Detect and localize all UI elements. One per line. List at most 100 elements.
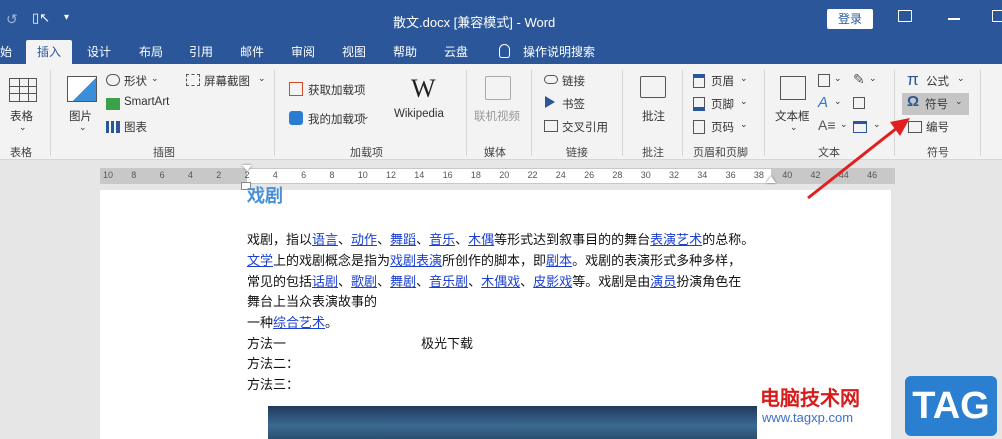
- hyperlink[interactable]: 戏剧表演: [390, 254, 442, 269]
- chart-button[interactable]: 图表: [124, 119, 147, 135]
- group-label-symbols: 符号: [927, 147, 949, 159]
- hyperlink[interactable]: 音乐剧: [429, 275, 468, 290]
- tab-design[interactable]: 设计: [87, 40, 111, 64]
- chevron-down-icon: ⌄: [955, 96, 963, 106]
- wordart-icon[interactable]: A: [818, 94, 828, 111]
- footer-icon[interactable]: [693, 97, 705, 111]
- tab-mailings[interactable]: 邮件: [240, 40, 264, 64]
- first-line-indent-marker[interactable]: [242, 165, 252, 171]
- paragraph-line: 文学上的戏剧概念是指为戏剧表演所创作的脚本，即剧本。戏剧的表演形式多种多样，: [247, 253, 741, 271]
- chevron-down-icon: ⌄: [740, 73, 748, 83]
- login-button[interactable]: 登录: [827, 9, 873, 29]
- hyperlink[interactable]: 话剧: [312, 275, 338, 290]
- tab-cloud[interactable]: 云盘: [444, 40, 468, 64]
- page-number-button[interactable]: 页码: [711, 119, 734, 135]
- hyperlink[interactable]: 剧本: [546, 254, 572, 269]
- textbox-icon[interactable]: [780, 76, 806, 100]
- hyperlink[interactable]: 语言: [312, 233, 338, 248]
- hyperlink[interactable]: 表演艺术: [650, 233, 702, 248]
- text-run: 上的戏剧概念是指为: [273, 254, 391, 269]
- shapes-button[interactable]: 形状: [124, 73, 147, 89]
- right-indent-marker[interactable]: [766, 176, 776, 183]
- header-icon[interactable]: [693, 74, 705, 88]
- page-number-icon[interactable]: [693, 120, 705, 134]
- bookmark-button[interactable]: 书签: [562, 96, 585, 112]
- store-icon[interactable]: [289, 82, 303, 96]
- tell-me-search[interactable]: 操作说明搜索: [523, 40, 595, 64]
- undo-icon[interactable]: ↺: [6, 11, 18, 28]
- ruler-tick-label: 6: [159, 170, 165, 180]
- hyperlink[interactable]: 木偶: [468, 233, 494, 248]
- touch-mode-icon[interactable]: ▯↖: [32, 10, 50, 26]
- document-image[interactable]: [268, 406, 757, 439]
- wikipedia-button[interactable]: Wikipedia: [394, 108, 444, 120]
- hyperlink[interactable]: 动作: [351, 233, 377, 248]
- footer-button[interactable]: 页脚: [711, 96, 734, 112]
- online-video-button[interactable]: 联机视频: [474, 108, 520, 124]
- chevron-down-icon: ⌄: [258, 73, 266, 83]
- customize-toolbar-icon[interactable]: ▾: [64, 12, 69, 23]
- hyperlink[interactable]: 音乐: [429, 233, 455, 248]
- hyperlink[interactable]: 演员: [650, 275, 676, 290]
- screenshot-icon[interactable]: [186, 74, 200, 86]
- link-button[interactable]: 链接: [562, 73, 585, 89]
- text-run: 。戏剧的表演形式多种多样，: [572, 254, 742, 269]
- chevron-down-icon: ⌄: [79, 122, 87, 132]
- get-addins-button[interactable]: 获取加载项: [308, 82, 366, 98]
- minimize-icon[interactable]: [948, 18, 960, 20]
- cross-reference-button[interactable]: 交叉引用: [562, 119, 608, 135]
- tab-insert[interactable]: 插入: [26, 40, 72, 64]
- bookmark-icon[interactable]: [545, 96, 555, 108]
- signature-line-icon[interactable]: ✎: [853, 71, 865, 88]
- link-icon[interactable]: [544, 75, 558, 84]
- hyperlink[interactable]: 文学: [247, 254, 273, 269]
- equation-button[interactable]: 公式: [926, 73, 949, 89]
- group-label-illustrations: 插图: [153, 147, 175, 159]
- wikipedia-icon[interactable]: W: [411, 74, 436, 104]
- horizontal-ruler[interactable]: 10 8 6 4 2 2 4 6 8 10 12 14 16 18 20 22 24 26 28 30 32 34 36 38…: [100, 165, 895, 184]
- date-time-icon[interactable]: [853, 97, 865, 109]
- my-addins-icon[interactable]: [289, 111, 303, 125]
- screenshot-button[interactable]: 屏幕截图: [204, 73, 250, 89]
- table-icon[interactable]: [9, 78, 37, 102]
- hyperlink[interactable]: 木偶戏: [481, 275, 520, 290]
- equation-icon[interactable]: π: [907, 70, 919, 90]
- tab-help[interactable]: 帮助: [393, 40, 417, 64]
- ribbon-display-options-icon[interactable]: [898, 10, 912, 22]
- maximize-icon[interactable]: [992, 10, 1002, 22]
- smartart-icon[interactable]: [106, 98, 120, 110]
- ruler-tick-label: 28: [612, 170, 623, 180]
- my-addins-button[interactable]: 我的加载项: [308, 111, 366, 127]
- hyperlink[interactable]: 皮影戏: [533, 275, 572, 290]
- site-text: 极光下载: [421, 337, 474, 352]
- tab-review[interactable]: 审阅: [291, 40, 315, 64]
- quick-parts-icon[interactable]: [818, 74, 830, 87]
- hyperlink[interactable]: 综合艺术: [273, 316, 325, 331]
- tab-view[interactable]: 视图: [342, 40, 366, 64]
- shapes-icon[interactable]: [106, 74, 120, 86]
- omega-icon[interactable]: Ω: [907, 93, 919, 110]
- cross-reference-icon[interactable]: [544, 120, 558, 132]
- text-run: 、: [416, 233, 430, 248]
- watermark-url: www.tagxp.com: [762, 410, 854, 425]
- text-run: 。: [325, 316, 339, 331]
- text-run: 、: [468, 275, 482, 290]
- hyperlink[interactable]: 舞剧: [390, 275, 416, 290]
- chevron-down-icon: ⌄: [834, 96, 842, 106]
- chart-icon[interactable]: [106, 121, 120, 133]
- hyperlink[interactable]: 歌剧: [351, 275, 377, 290]
- tab-home[interactable]: 始: [0, 40, 12, 64]
- comment-button[interactable]: 批注: [642, 108, 665, 124]
- tab-references[interactable]: 引用: [189, 40, 213, 64]
- paragraph-line: 一种综合艺术。: [247, 315, 338, 333]
- method-three: 方法三：: [247, 378, 300, 393]
- ruler-tick-label: 20: [499, 170, 510, 180]
- ruler-tick-label: 26: [584, 170, 595, 180]
- hyperlink[interactable]: 舞蹈: [390, 233, 416, 248]
- comment-icon[interactable]: [640, 76, 666, 98]
- ribbon-tabs: 始 插入 设计 布局 引用 邮件 审阅 视图 帮助 云盘 操作说明搜索: [0, 40, 1002, 64]
- smartart-button[interactable]: SmartArt: [124, 96, 169, 108]
- picture-icon[interactable]: [67, 76, 97, 102]
- header-button[interactable]: 页眉: [711, 73, 734, 89]
- tab-layout[interactable]: 布局: [139, 40, 163, 64]
